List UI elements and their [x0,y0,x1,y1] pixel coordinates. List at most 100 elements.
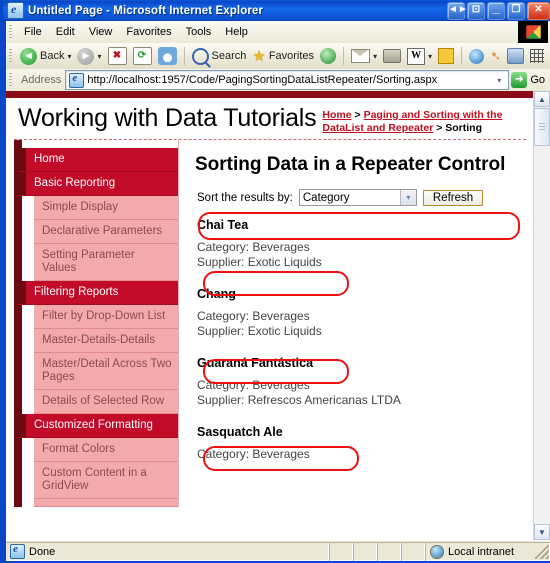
edit-word-button[interactable]: W ▾ [404,45,435,67]
sidebar-item-setting-parameter-values[interactable]: Setting Parameter Values [34,244,178,281]
sidebar-item-filter-by-drop-down-list[interactable]: Filter by Drop-Down List [34,305,178,329]
menu-item-edit[interactable]: Edit [49,24,82,40]
back-chevron-down-icon[interactable]: ▾ [67,52,71,61]
search-button[interactable]: Search [189,45,250,67]
menu-item-help[interactable]: Help [218,24,255,40]
media-button[interactable] [317,45,339,67]
ie-document-icon [7,2,24,19]
sidebar-item-format-colors[interactable]: Format Colors [34,438,178,462]
page-viewport: Working with Data Tutorials Home > Pagin… [6,91,550,540]
sidebar-item-partial[interactable] [34,499,178,507]
product-item: Guaraná Fantástica Category: Beverages S… [197,356,526,408]
product-spacer [195,339,526,356]
refresh-button[interactable]: ⟳ [130,45,155,67]
mail-chevron-down-icon[interactable]: ▾ [373,52,377,61]
word-icon: W [407,47,426,65]
sort-dropdown-value: Category [302,191,350,204]
minimize-button[interactable]: _ [487,1,505,20]
product-category: Category: Beverages [197,240,310,254]
scrollbar-thumb[interactable] [534,108,550,146]
product-name: Guaraná Fantástica [197,356,314,370]
scroll-down-button[interactable]: ▼ [534,524,550,540]
address-input[interactable]: http://localhost:1957/Code/PagingSorting… [65,70,510,90]
back-label: Back [40,50,65,62]
forward-chevron-down-icon[interactable]: ▾ [97,52,101,61]
menu-item-favorites[interactable]: Favorites [119,24,178,40]
menu-item-tools[interactable]: Tools [179,24,219,40]
sidebar-item-home[interactable]: Home [18,148,178,172]
product-name: Chang [197,287,236,301]
scroll-up-button[interactable]: ▲ [534,91,550,107]
mail-button[interactable]: ▾ [348,45,380,67]
title-bar: Untitled Page - Microsoft Internet Explo… [3,0,550,21]
product-supplier: Supplier: Refrescos Americanas LTDA [197,393,401,407]
product-item: Chang Category: Beverages Supplier: Exot… [197,287,526,339]
sidebar-item-label: Filtering Reports [34,286,119,298]
sidebar-item-custom-content-in-a-gridview[interactable]: Custom Content in a GridView [34,462,178,499]
sidebar-item-label: Master/Detail Across Two Pages [42,358,172,383]
print-button[interactable] [380,45,404,67]
sidebar-item-customized-formatting[interactable]: Customized Formatting [18,414,178,438]
go-button[interactable]: ➜ Go [509,70,550,90]
breadcrumb-separator-2: > [433,121,446,134]
main-content: Sorting Data in a Repeater Control Sort … [178,140,534,507]
status-pane-4 [401,541,425,561]
bird-icon: ➴ [490,48,501,63]
sidebar-item-master-detail-across-two-pages[interactable]: Master/Detail Across Two Pages [34,353,178,390]
web-page: Working with Data Tutorials Home > Pagin… [6,91,534,540]
research-button[interactable] [504,45,527,67]
grid-button[interactable] [527,45,547,67]
back-button[interactable]: ◄ Back ▾ [17,45,74,67]
security-zone-pane[interactable]: Local intranet [425,541,550,561]
refresh-icon: ⟳ [132,47,152,65]
resize-grip-icon[interactable] [535,544,549,559]
menu-item-file[interactable]: File [17,24,49,40]
maximize-icon: ❐ [511,4,521,15]
sidebar-item-filtering-reports[interactable]: Filtering Reports [18,281,178,305]
refresh-button[interactable]: Refresh [422,189,484,206]
forward-button[interactable]: ► ▾ [74,45,104,67]
page-header: Working with Data Tutorials Home > Pagin… [6,98,534,136]
close-icon: ✕ [534,4,543,15]
sidebar-item-label: Master-Details-Details [42,334,156,346]
sidebar-item-declarative-parameters[interactable]: Declarative Parameters [34,220,178,244]
stop-button[interactable]: ✖ [105,45,130,67]
menu-item-view[interactable]: View [82,24,120,40]
notes-button[interactable] [435,45,457,67]
maximize-button[interactable]: ❐ [507,2,525,20]
star-icon: ★ [252,47,266,65]
sidebar-item-label: Customized Formatting [34,419,153,431]
home-button[interactable] [155,45,180,67]
breadcrumb-link-home[interactable]: Home [322,109,351,121]
toolbar-grip-handle[interactable] [9,49,12,63]
address-chevron-down-icon[interactable]: ▾ [491,72,507,88]
printer-icon [383,49,402,63]
menu-grip-handle[interactable] [9,25,12,39]
window-controls: ◄► ⊡ _ ❐ ✕ [447,1,550,20]
sidebar-item-basic-reporting[interactable]: Basic Reporting [18,172,178,196]
word-chevron-down-icon[interactable]: ▾ [428,52,432,61]
product-item: Sasquatch Ale Category: Beverages [197,425,526,462]
search-icon [191,47,209,65]
toolbar-divider-3 [461,47,463,65]
address-grip-handle[interactable] [9,73,12,87]
refresh-glyph: ⟳ [137,50,147,61]
messenger-button[interactable] [466,45,487,67]
restore-window-button[interactable]: ⊡ [467,2,485,20]
favorites-button[interactable]: ★ Favorites [249,45,317,67]
vertical-scrollbar[interactable]: ▲ ▼ [533,91,550,540]
window-title: Untitled Page - Microsoft Internet Explo… [28,4,263,17]
restore-group-button[interactable]: ◄► [447,2,468,20]
sort-dropdown[interactable]: Category ▾ [298,189,417,206]
sidebar-item-master-details-details[interactable]: Master-Details-Details [34,329,178,353]
notes-icon [438,48,455,64]
status-pane-3 [377,541,401,561]
messenger-icon [469,48,485,64]
sidebar-item-details-of-selected-row[interactable]: Details of Selected Row [34,390,178,414]
forward-arrow-icon: ► [77,47,95,65]
page-top-accent-bar [6,91,534,98]
product-category: Category: Beverages [197,309,310,323]
sidebar-item-simple-display[interactable]: Simple Display [34,196,178,220]
close-button[interactable]: ✕ [527,2,550,20]
bird-button[interactable]: ➴ [487,45,504,67]
